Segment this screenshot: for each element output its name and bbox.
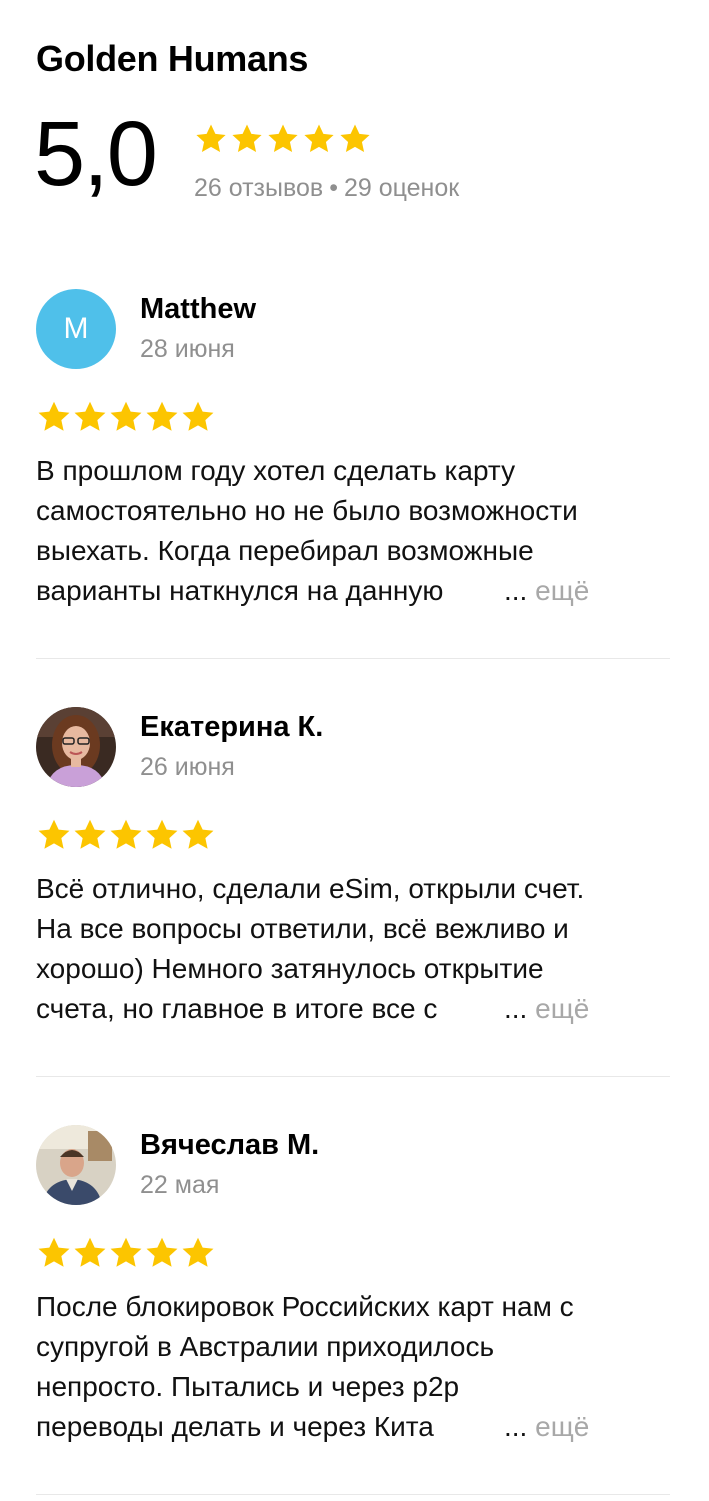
review-text-line: Всё отлично, сделали eSim, открыли счет. [36,873,585,904]
star-icon [146,1237,178,1267]
avatar-photo[interactable] [36,707,116,787]
review-text-line: На все вопросы ответили, всё вежливо и [36,913,569,944]
review-date: 22 мая [140,1171,220,1199]
woman-photo-icon [36,707,116,787]
star-icon [182,401,214,431]
star-icon [182,1237,214,1267]
ratings-count: 29 оценок [343,174,460,202]
star-icon [268,124,298,153]
star-icon [340,124,370,153]
star-icon [146,819,178,849]
star-icon [232,124,262,153]
star-icon [74,819,106,849]
expand-review[interactable]: ... ещё [500,1407,590,1447]
star-icon [110,401,142,431]
review-counts[interactable]: 26 отзывов • 29 оценок [194,174,459,203]
avatar[interactable]: M [36,289,116,369]
divider [36,1076,670,1077]
more-link[interactable]: ещё [535,575,589,606]
review-date: 26 июня [140,753,235,781]
expand-review[interactable]: ... ещё [500,571,590,611]
star-icon [182,819,214,849]
review-card: Екатерина К. 26 июня Всё отлично, сделал… [36,707,670,1077]
more-link[interactable]: ещё [535,1411,589,1442]
star-icon [110,819,142,849]
review-text-line: непросто. Пытались и через p2p [36,1371,460,1402]
summary-stars [194,122,372,156]
star-icon [146,401,178,431]
star-icon [38,401,70,431]
review-author[interactable]: Matthew [140,293,256,326]
star-icon [38,819,70,849]
review-text-line: супругой в Австралии приходилось [36,1331,495,1362]
divider [36,658,670,659]
man-photo-icon [36,1125,116,1205]
star-icon [196,124,226,153]
review-text-line: хорошо) Немного затянулось открытие [36,953,544,984]
review-card: M Matthew 28 июня В прошлом году хотел с… [36,289,670,659]
reviews-count: 26 отзывов [194,174,324,202]
review-text-line: самостоятельно но не было возможности [36,495,578,526]
org-title[interactable]: Golden Humans [36,38,308,80]
review-author[interactable]: Екатерина К. [140,711,323,744]
expand-review[interactable]: ... ещё [500,989,590,1029]
review-stars [36,1235,216,1271]
star-icon [74,401,106,431]
avatar-photo[interactable] [36,1125,116,1205]
separator: • [329,174,338,202]
rating-score: 5,0 [34,103,158,205]
star-icon [38,1237,70,1267]
review-author[interactable]: Вячеслав М. [140,1129,319,1162]
review-stars [36,399,216,435]
review-text-line: После блокировок Российских карт нам с [36,1291,574,1322]
star-icon [304,124,334,153]
more-link[interactable]: ещё [535,993,589,1024]
review-text-line: выехать. Когда перебирал возможные [36,535,534,566]
star-icon [74,1237,106,1267]
review-text-line: В прошлом году хотел сделать карту [36,455,516,486]
review-date: 28 июня [140,335,235,363]
ellipsis: ... [504,993,528,1024]
review-card: Вячеслав М. 22 мая После блокировок Росс… [36,1125,670,1495]
ellipsis: ... [504,1411,528,1442]
divider [36,1494,670,1495]
ellipsis: ... [504,575,528,606]
review-stars [36,817,216,853]
star-icon [110,1237,142,1267]
